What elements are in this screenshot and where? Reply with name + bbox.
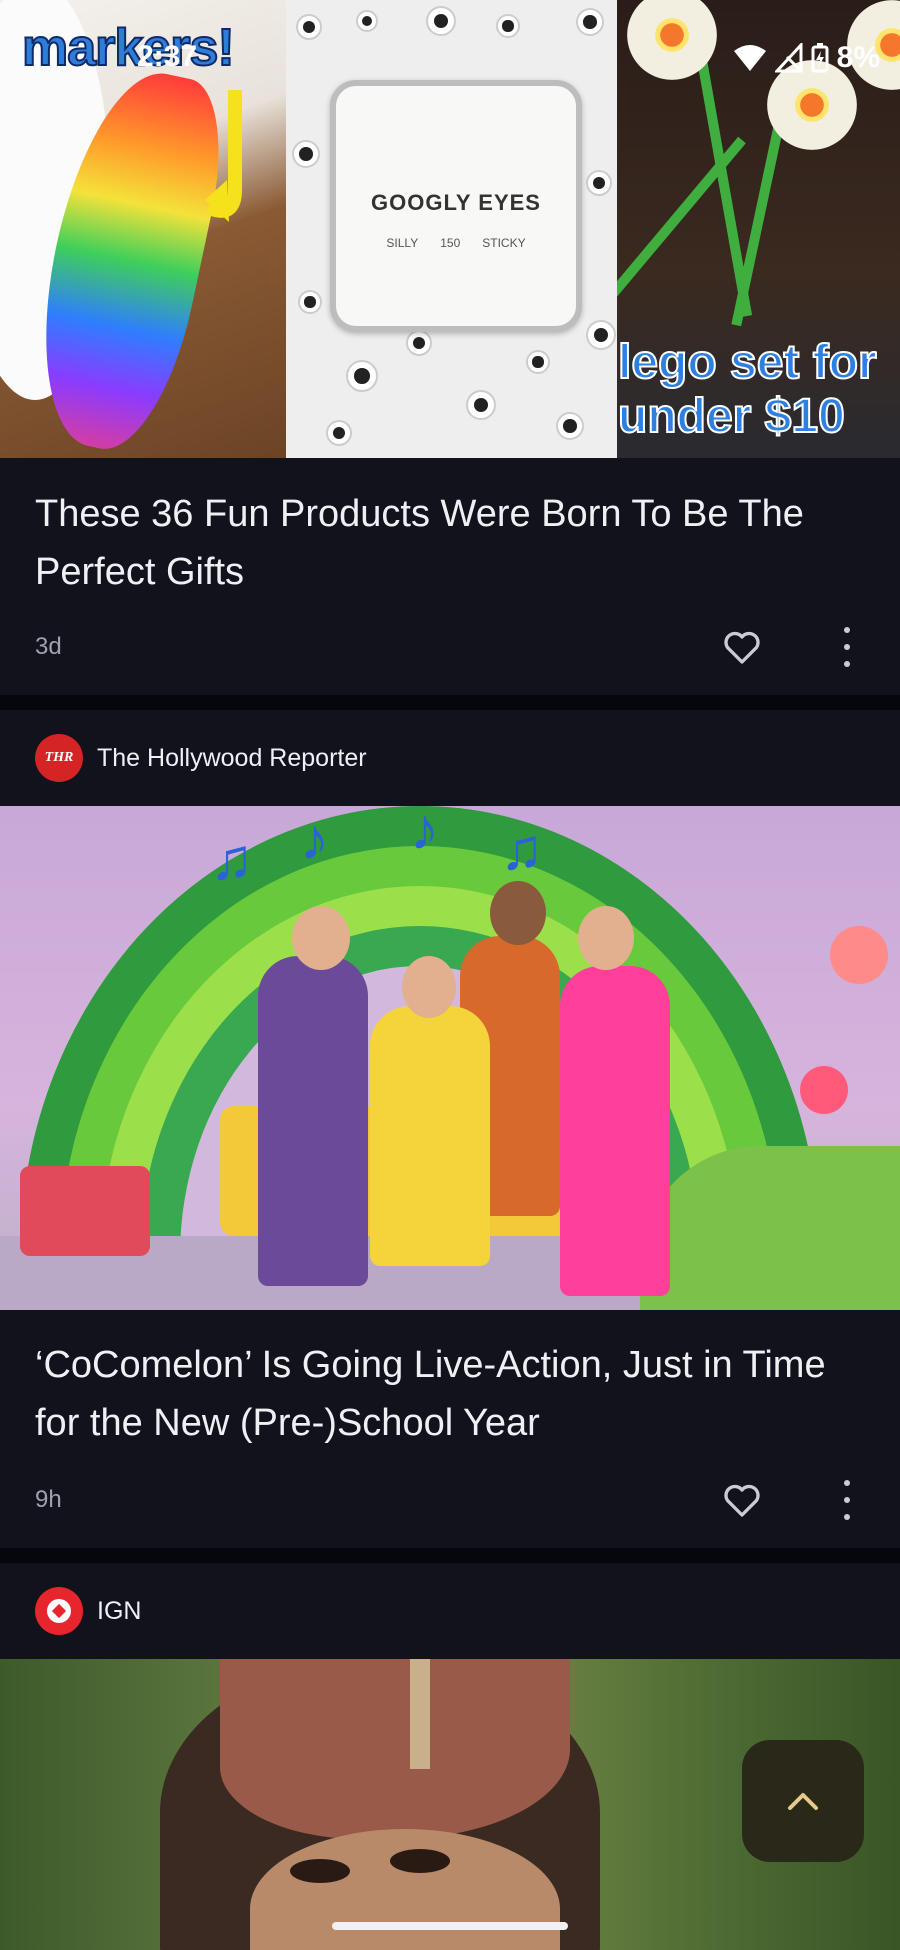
status-time: 2:37	[137, 40, 198, 73]
more-vert-icon[interactable]	[840, 627, 854, 667]
article-image[interactable]: ♫ ♪ ♪ ♫	[0, 806, 900, 1310]
article-card[interactable]: THR The Hollywood Reporter ♫ ♪ ♪ ♫ ‘CoCo…	[0, 710, 900, 1548]
article-source[interactable]: IGN	[35, 1587, 141, 1635]
article-age: 9h	[35, 1486, 62, 1513]
gesture-home-bar[interactable]	[332, 1922, 568, 1930]
chevron-up-icon	[788, 1793, 818, 1810]
package-labels: SILLY 150 STICKY	[336, 236, 576, 250]
image-caption: lego set for under $10	[617, 335, 878, 444]
source-name: The Hollywood Reporter	[97, 743, 367, 772]
article-source[interactable]: THR The Hollywood Reporter	[35, 734, 367, 782]
article-age: 3d	[35, 633, 62, 660]
battery-percent: 8%	[836, 41, 880, 74]
package-count: 150	[440, 236, 461, 250]
status-bar: 2:37 8%	[0, 0, 900, 120]
package-label-right: STICKY	[482, 236, 526, 250]
status-icons: 8%	[733, 40, 880, 76]
source-name: IGN	[97, 1596, 142, 1625]
more-vert-icon[interactable]	[840, 1480, 854, 1520]
source-logo: THR	[35, 734, 83, 782]
article-title[interactable]: ‘CoComelon’ Is Going Live-Action, Just i…	[35, 1336, 865, 1452]
package-title: GOOGLY EYES	[371, 190, 541, 215]
scroll-top-button[interactable]	[742, 1740, 864, 1862]
article-title[interactable]: These 36 Fun Products Were Born To Be Th…	[35, 485, 865, 601]
package-label-left: SILLY	[386, 236, 419, 250]
wifi-icon	[733, 45, 766, 71]
heart-outline-icon[interactable]	[722, 1480, 762, 1520]
cell-signal-icon	[774, 43, 803, 73]
source-logo	[35, 1587, 83, 1635]
battery-charging-icon	[811, 43, 829, 73]
heart-outline-icon[interactable]	[722, 627, 762, 667]
